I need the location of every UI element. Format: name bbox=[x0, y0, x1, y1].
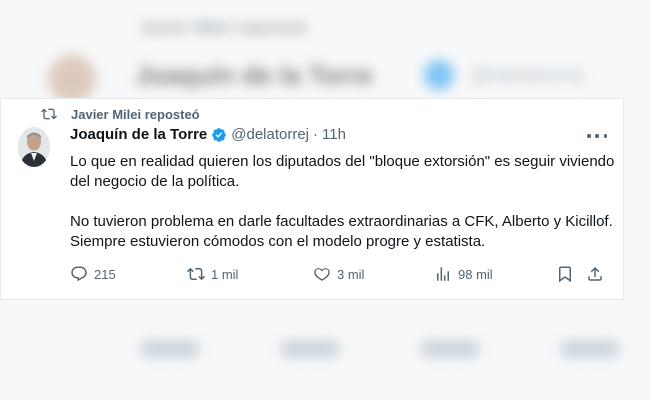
repost-label: Javier Milei reposteó bbox=[71, 106, 200, 122]
repost-button[interactable]: 1 mil bbox=[187, 265, 238, 283]
share-button[interactable] bbox=[586, 265, 610, 283]
author-name[interactable]: Joaquín de la Torre bbox=[70, 126, 207, 143]
ghost-action-bar bbox=[140, 340, 620, 364]
ghost-author-name: Joaquín de la Torre bbox=[135, 60, 373, 90]
repost-icon bbox=[187, 267, 205, 281]
repost-icon bbox=[41, 108, 57, 120]
ghost-avatar bbox=[48, 55, 96, 103]
bookmark-icon bbox=[559, 266, 571, 283]
tweet-timestamp[interactable]: 11h bbox=[322, 126, 346, 143]
tweet-body: Lo que en realidad quieren los diputados… bbox=[70, 152, 615, 252]
separator-dot: · bbox=[313, 126, 319, 143]
tweet-paragraph: Lo que en realidad quieren los diputados… bbox=[70, 153, 615, 190]
repost-count: 1 mil bbox=[211, 266, 239, 282]
reply-button[interactable]: 215 bbox=[70, 265, 116, 283]
author-handle[interactable]: @delatorrej bbox=[231, 126, 309, 143]
ghost-verified-icon bbox=[424, 60, 454, 90]
like-count: 3 mil bbox=[337, 266, 365, 282]
avatar[interactable] bbox=[18, 127, 50, 167]
tweet-card[interactable]: Javier Milei reposteó Joaquín de la Torr… bbox=[0, 98, 624, 300]
heart-icon bbox=[314, 268, 330, 281]
action-bar: 215 1 mil 3 mil 98 mil bbox=[70, 265, 610, 287]
repost-indicator[interactable]: Javier Milei reposteó bbox=[41, 106, 200, 122]
share-icon bbox=[588, 266, 602, 281]
tweet-header: Joaquín de la Torre @delatorrej · 11h bbox=[70, 126, 346, 143]
tweet-paragraph: No tuvieron problema en darle facultades… bbox=[70, 213, 613, 250]
avatar-photo bbox=[18, 127, 50, 167]
bookmark-button[interactable] bbox=[556, 265, 580, 283]
views-button[interactable]: 98 mil bbox=[434, 265, 493, 283]
more-options-icon[interactable] bbox=[587, 129, 607, 143]
reply-icon bbox=[71, 266, 87, 282]
verified-badge-icon bbox=[212, 127, 227, 142]
bar-chart-icon bbox=[437, 267, 449, 281]
reply-count: 215 bbox=[94, 266, 116, 282]
ghost-repost-label: Javier Milei reposteó bbox=[140, 18, 309, 37]
view-count: 98 mil bbox=[458, 266, 493, 282]
ghost-author-handle: @delatorrej bbox=[470, 62, 585, 87]
like-button[interactable]: 3 mil bbox=[313, 265, 364, 283]
